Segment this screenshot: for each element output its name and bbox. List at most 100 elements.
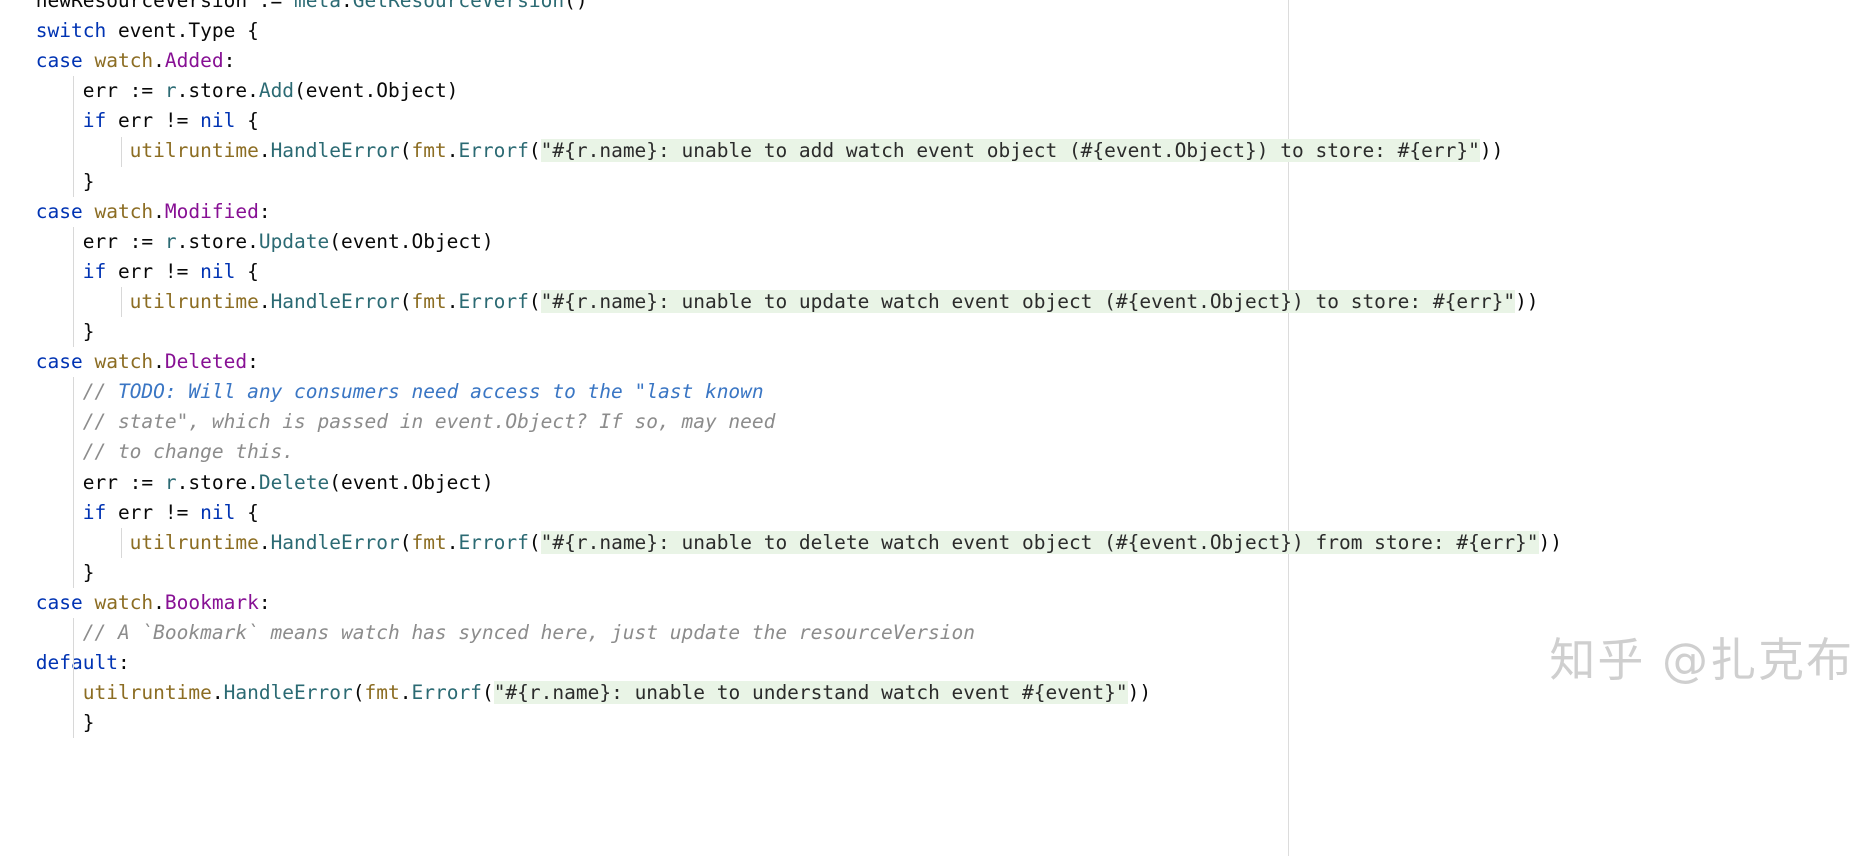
token-plain: . <box>446 289 459 313</box>
code-line[interactable]: utilruntime.HandleError(fmt.Errorf("#{r.… <box>0 136 1876 166</box>
code-line[interactable]: if err != nil { <box>0 257 1876 287</box>
token-fn: HandleError <box>223 681 353 705</box>
token-kw: nil <box>200 259 236 283</box>
code-line[interactable]: case watch.Bookmark: <box>0 588 1876 618</box>
token-pkg: watch <box>94 350 154 374</box>
code-line[interactable]: switch event.Type { <box>0 16 1876 46</box>
token-plain: err != <box>106 109 201 133</box>
token-plain: event.Type { <box>106 19 259 43</box>
code-line[interactable]: err := r.store.Add(event.Object) <box>0 76 1876 106</box>
token-plain: { <box>235 109 259 133</box>
token-fn: HandleError <box>270 139 400 163</box>
token-plain: .store. <box>176 79 259 103</box>
token-fn: Add <box>258 79 295 103</box>
token-plain: err := <box>35 79 165 103</box>
token-todo: TODO: Will any consumers need access to … <box>117 380 764 404</box>
token-plain: err := <box>35 470 165 494</box>
code-line[interactable]: } <box>0 558 1876 588</box>
token-plain: (event.Object) <box>329 229 494 253</box>
code-line[interactable]: // state", which is passed in event.Obje… <box>0 407 1876 437</box>
token-pkg: watch <box>94 590 154 614</box>
token-plain: ( <box>481 681 494 705</box>
token-kw: switch <box>35 19 107 43</box>
token-str: "#{r.name}: unable to update watch event… <box>540 289 1516 313</box>
token-str: "#{r.name}: unable to delete watch event… <box>540 530 1539 554</box>
code-line[interactable]: if err != nil { <box>0 106 1876 136</box>
token-kw: default <box>35 651 118 675</box>
token-fn: Errorf <box>458 530 529 554</box>
token-plain: } <box>35 169 95 193</box>
token-prop: Modified <box>164 199 259 223</box>
code-line[interactable]: err := r.store.Delete(event.Object) <box>0 468 1876 498</box>
token-plain: (event.Object) <box>329 470 494 494</box>
token-plain: ( <box>528 289 541 313</box>
code-line[interactable]: // TODO: Will any consumers need access … <box>0 377 1876 407</box>
token-plain: . <box>258 289 271 313</box>
token-plain: . <box>258 139 271 163</box>
token-plain: .store. <box>176 229 259 253</box>
token-pkg: watch <box>94 199 154 223</box>
code-line[interactable]: err := r.store.Update(event.Object) <box>0 227 1876 257</box>
token-fn: GetResourceVersion <box>352 0 565 12</box>
token-cmt: // state", which is passed in event.Obje… <box>82 410 776 434</box>
token-pkg: watch <box>94 49 154 73</box>
token-pkg: utilruntime <box>129 289 259 313</box>
token-plain: } <box>35 320 95 344</box>
code-line[interactable]: } <box>0 317 1876 347</box>
token-kw: case <box>35 199 83 223</box>
token-fn: Update <box>258 229 330 253</box>
token-plain: err := <box>35 229 165 253</box>
token-pkg: utilruntime <box>82 681 212 705</box>
token-pkg: fmt <box>411 289 447 313</box>
zhihu-watermark: 知乎 @扎克布 <box>1549 633 1854 687</box>
code-line[interactable]: case watch.Modified: <box>0 197 1876 227</box>
token-plain: ( <box>528 139 541 163</box>
token-plain: : <box>258 590 271 614</box>
token-plain: ( <box>399 139 412 163</box>
code-line[interactable]: } <box>0 167 1876 197</box>
token-plain: { <box>235 500 259 524</box>
code-line[interactable]: case watch.Added: <box>0 46 1876 76</box>
code-line[interactable]: utilruntime.HandleError(fmt.Errorf("#{r.… <box>0 528 1876 558</box>
token-plain: . <box>153 350 165 374</box>
token-plain: { <box>235 259 259 283</box>
token-kw: nil <box>200 109 236 133</box>
code-editor[interactable]: newResourceVersion := meta.GetResourceVe… <box>0 0 1876 856</box>
token-fn: Errorf <box>458 289 529 313</box>
token-plain: : <box>258 199 271 223</box>
token-plain: . <box>258 530 271 554</box>
code-line[interactable]: if err != nil { <box>0 498 1876 528</box>
token-fn: Delete <box>258 470 330 494</box>
code-line[interactable]: // to change this. <box>0 437 1876 467</box>
token-plain: . <box>211 681 224 705</box>
code-line[interactable]: case watch.Deleted: <box>0 347 1876 377</box>
code-line[interactable]: newResourceVersion := meta.GetResourceVe… <box>0 0 1876 16</box>
token-plain: .store. <box>176 470 259 494</box>
token-plain: . <box>153 49 165 73</box>
code-line[interactable]: } <box>0 708 1876 738</box>
token-recv: r <box>164 79 177 103</box>
code-line[interactable]: utilruntime.HandleError(fmt.Errorf("#{r.… <box>0 287 1876 317</box>
token-prop: Bookmark <box>164 590 259 614</box>
token-pkg: utilruntime <box>129 139 259 163</box>
token-plain: . <box>399 681 412 705</box>
